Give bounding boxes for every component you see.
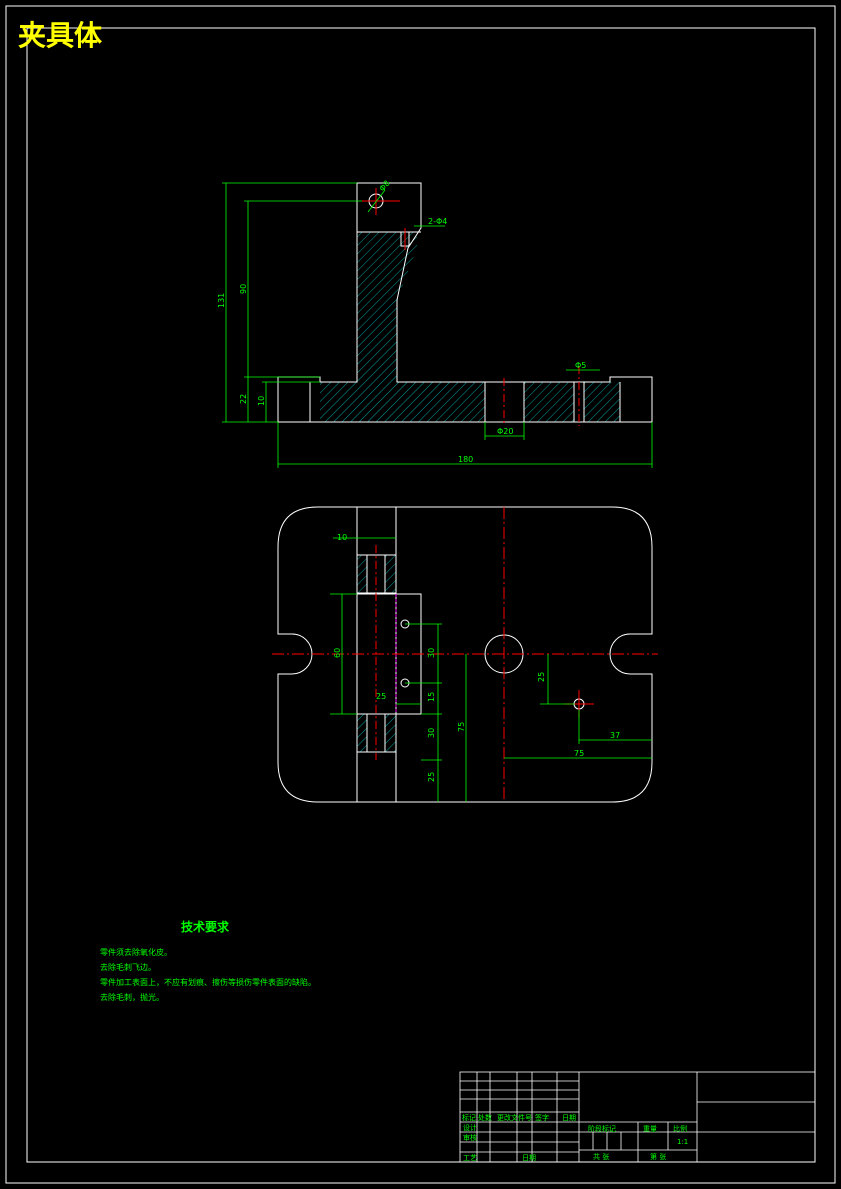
dim-pin-offset: 15: [427, 692, 436, 702]
tb-change-doc: 更改文件号: [497, 1114, 532, 1122]
dim-lower-offset: 30: [427, 728, 436, 738]
notes-line: 去除毛刺，抛光。: [100, 993, 164, 1002]
tb-process: 工艺: [463, 1154, 477, 1162]
tb-check: 审核: [463, 1134, 477, 1142]
notes-line: 去除毛刺飞边。: [100, 963, 156, 972]
dim-center-offset-x: 75: [574, 749, 584, 758]
dim-slot-width: 10: [337, 533, 347, 542]
drawing-canvas: Φ8 2-Φ4 131 90 22 10 Φ5 Φ20 180 10 60 30…: [5, 5, 836, 1184]
dim-total-width: 180: [458, 455, 473, 464]
dim-block-height: 60: [333, 648, 342, 658]
base-section-left: [357, 382, 485, 422]
technical-notes: 技术要求 零件须去除氧化皮。 去除毛刺飞边。 零件加工表面上，不应有划痕、擦伤等…: [100, 918, 316, 1005]
tb-sign: 签字: [535, 1114, 549, 1122]
front-view: Φ8 2-Φ4 131 90 22 10 Φ5 Φ20 180: [217, 179, 653, 468]
dim-small-hole: Φ5: [575, 361, 586, 370]
top-view: 10 60 30 25 15 30 25 75 25 37 75: [272, 506, 658, 803]
drawing-title: 夹具体: [18, 19, 103, 52]
notes-line: 零件须去除氧化皮。: [100, 948, 172, 957]
tb-date: 日期: [562, 1114, 576, 1122]
tb-approve: 日期: [522, 1154, 536, 1162]
dim-center-hole: Φ20: [497, 427, 513, 436]
dim-flange-height: 10: [257, 396, 266, 406]
base-section-far: [584, 382, 620, 422]
tb-sheets: 共 张: [593, 1153, 610, 1161]
dim-bottom-offset: 25: [427, 772, 436, 782]
dim-center-height: 75: [457, 722, 466, 732]
dim-base-height: 22: [239, 394, 248, 404]
tb-mark: 标记: [462, 1114, 476, 1122]
tb-scale: 比例: [673, 1125, 687, 1133]
tb-design: 设计: [463, 1124, 477, 1132]
notes-line: 零件加工表面上，不应有划痕、擦伤等损伤零件表面的缺陷。: [100, 978, 316, 987]
dim-hole-offset-y: 25: [537, 672, 546, 682]
dim-chamfer: 2-Φ4: [428, 217, 447, 226]
tb-weight: 重量: [643, 1125, 657, 1133]
tb-sheet: 第 张: [650, 1153, 667, 1161]
tb-count: 处数: [478, 1114, 492, 1122]
base-section-right: [524, 382, 574, 422]
dim-block-width: 25: [376, 692, 386, 701]
dim-pin-spacing: 30: [427, 648, 436, 658]
dim-total-height: 131: [217, 293, 226, 308]
dim-hole-dia: Φ8: [378, 179, 392, 194]
tb-stage: 阶段标记: [588, 1125, 616, 1133]
dim-upper-height: 90: [239, 284, 248, 294]
notes-title: 技术要求: [180, 920, 229, 934]
dim-hole-offset-x: 37: [610, 731, 620, 740]
tb-scale-value: 1:1: [677, 1138, 689, 1146]
